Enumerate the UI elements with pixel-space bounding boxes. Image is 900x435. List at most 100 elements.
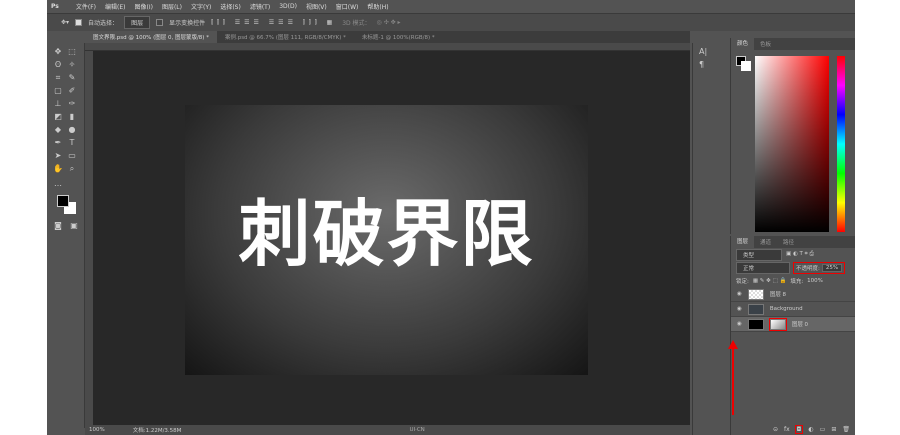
menu-edit[interactable]: 编辑(E)	[105, 2, 125, 11]
stamp-icon[interactable]: ⊥	[53, 99, 63, 109]
marquee-icon[interactable]: ⬚	[67, 47, 77, 57]
dodge-icon[interactable]: ●	[67, 125, 77, 135]
menu-layer[interactable]: 图层(L)	[162, 2, 182, 11]
zoom-level[interactable]: 100%	[89, 427, 105, 433]
brush-icon[interactable]: ✐	[67, 86, 77, 96]
layer-row-selected[interactable]: ◉ 图层 0	[731, 317, 855, 332]
tab-document-2[interactable]: 案例.psd @ 66.7% (图层 111, RGB/8/CMYK) *	[217, 31, 354, 43]
foreground-color-swatch[interactable]	[57, 195, 69, 207]
tab-channels[interactable]: 通道	[754, 238, 777, 246]
color-field[interactable]	[755, 56, 829, 232]
layer-name: 图层 0	[791, 322, 809, 328]
tab-document-1[interactable]: 图文界限.psd @ 100% (图层 0, 图层蒙版/8) *	[85, 31, 217, 43]
toolbar: ✥ ⬚ ʘ ✧ ⌗ ✎ ▢ ✐ ⊥ ✑ ◩ ▮ ◆ ● ✒ T ➤ ▭ ✋ ⌕ …	[47, 43, 85, 428]
layer-name: Background	[769, 306, 803, 312]
healing-icon[interactable]: ▢	[53, 86, 63, 96]
lock-icons[interactable]: ▦ ✎ ✥ ⬚ 🔒	[753, 278, 786, 284]
shape-icon[interactable]: ▭	[67, 151, 77, 161]
auto-select-label: 自动选择：	[88, 20, 119, 27]
auto-select-checkbox[interactable]	[75, 19, 83, 26]
annotation-arrow	[732, 347, 734, 415]
layer-name: 图层 8	[769, 292, 787, 298]
layer-row[interactable]: ◉ 图层 8	[731, 287, 855, 302]
layers-panel: 图层 通道 路径 类型 ▣ ◐ T ⌗ ⎙ 正常 不透明度: 25% 锁定: ▦ ✎ ✥ …	[730, 236, 855, 435]
menu-image[interactable]: 图像(I)	[135, 2, 153, 11]
character-panel-icon[interactable]: A|	[693, 43, 730, 60]
quick-mask-icon[interactable]: ◙	[53, 221, 63, 231]
history-brush-icon[interactable]: ✑	[67, 99, 77, 109]
filter-icons[interactable]: ▣ ◐ T ⌗ ⎙	[786, 251, 814, 258]
eraser-icon[interactable]: ◩	[53, 112, 63, 122]
zoom-icon[interactable]: ⌕	[67, 164, 77, 174]
paragraph-panel-icon[interactable]: ¶	[693, 60, 730, 69]
options-bar: ✥▾ 自动选择： 图层 显示变换控件 ⫿⫿⫿ ☰☰☰ ☰☰☰ ⫿⫿⫿ ▦ 3D …	[47, 13, 855, 31]
move-tool-icon[interactable]: ✥▾	[61, 19, 69, 26]
layer-thumbnail	[747, 318, 764, 330]
menu-filter[interactable]: 滤镜(T)	[250, 2, 270, 11]
auto-select-dropdown[interactable]: 图层	[124, 16, 151, 29]
tab-paths[interactable]: 路径	[777, 238, 800, 246]
3d-mode-label: 3D 模式：	[342, 20, 371, 27]
add-mask-icon[interactable]: ◘	[794, 424, 804, 434]
menu-3d[interactable]: 3D(D)	[279, 3, 297, 10]
tab-document-3[interactable]: 未标题-1 @ 100%(RGB/8) *	[354, 31, 443, 43]
path-select-icon[interactable]: ➤	[53, 151, 63, 161]
panel-background-swatch[interactable]	[741, 61, 751, 71]
more-tools-icon[interactable]: …	[53, 179, 63, 189]
tab-layers[interactable]: 图层	[731, 236, 755, 248]
crop-icon[interactable]: ⌗	[53, 73, 63, 83]
menu-bar: Ps 文件(F) 编辑(E) 图像(I) 图层(L) 文字(Y) 选择(S) 滤…	[47, 0, 855, 13]
menu-file[interactable]: 文件(F)	[76, 2, 96, 11]
group-icon[interactable]: ▭	[820, 426, 826, 433]
layer-filter-dropdown[interactable]: 类型	[736, 248, 782, 261]
lasso-icon[interactable]: ʘ	[53, 60, 63, 70]
fill-label: 填充:	[790, 278, 804, 285]
document-size: 文档:1.22M/3.58M	[132, 428, 182, 434]
blur-icon[interactable]: ◆	[53, 125, 63, 135]
pen-icon[interactable]: ✒	[53, 138, 63, 148]
magic-wand-icon[interactable]: ✧	[67, 60, 77, 70]
menu-select[interactable]: 选择(S)	[220, 2, 241, 11]
hand-icon[interactable]: ✋	[53, 164, 63, 174]
fill-input[interactable]: 100%	[807, 278, 823, 284]
vertical-ruler	[85, 51, 93, 425]
3d-icons[interactable]: ◎ ✣ ✥ ▸	[377, 19, 401, 26]
move-icon[interactable]: ✥	[53, 47, 63, 57]
opacity-label: 不透明度:	[796, 265, 820, 272]
opacity-input[interactable]: 25%	[821, 263, 843, 272]
layers-footer: ⊝ fx ◘ ◐ ▭ ⊞ 🗑	[731, 423, 856, 435]
menu-help[interactable]: 帮助(H)	[367, 2, 388, 11]
layer-thumbnail	[747, 303, 764, 315]
eye-icon[interactable]: ◉	[737, 291, 742, 297]
document-image[interactable]: 刺破界限	[185, 105, 588, 375]
new-layer-icon[interactable]: ⊞	[831, 426, 836, 433]
canvas-area[interactable]: 刺破界限	[93, 51, 690, 425]
tab-color[interactable]: 颜色	[731, 38, 755, 50]
eye-icon[interactable]: ◉	[737, 321, 742, 327]
fx-icon[interactable]: fx	[784, 426, 790, 433]
layer-row[interactable]: ◉ Background	[731, 302, 855, 317]
link-icon[interactable]: ⊝	[773, 426, 778, 433]
panel-icon-column: A| ¶	[692, 43, 730, 435]
menu-view[interactable]: 视图(V)	[306, 2, 327, 11]
menu-type[interactable]: 文字(Y)	[191, 2, 211, 11]
type-icon[interactable]: T	[67, 138, 77, 148]
document-tabs: 图文界限.psd @ 100% (图层 0, 图层蒙版/8) * 案例.psd …	[85, 31, 690, 43]
show-transform-label: 显示变换控件	[169, 20, 206, 27]
eye-icon[interactable]: ◉	[737, 306, 742, 312]
ps-logo: Ps	[51, 3, 59, 10]
delete-icon[interactable]: 🗑	[842, 426, 850, 433]
show-transform-checkbox[interactable]	[156, 19, 164, 26]
screen-mode-icon[interactable]: ▣	[69, 221, 79, 231]
adjustment-icon[interactable]: ◐	[808, 426, 813, 433]
eyedropper-icon[interactable]: ✎	[67, 73, 77, 83]
tab-swatches[interactable]: 色板	[754, 40, 777, 48]
align-icons[interactable]: ⫿⫿⫿ ☰☰☰ ☰☰☰ ⫿⫿⫿ ▦	[211, 19, 336, 27]
menu-window[interactable]: 窗口(W)	[336, 2, 359, 11]
layer-mask-thumbnail[interactable]	[768, 317, 787, 331]
blend-mode-dropdown[interactable]: 正常	[736, 261, 790, 274]
color-panel: 颜色 色板	[730, 38, 855, 234]
gradient-icon[interactable]: ▮	[67, 112, 77, 122]
hue-slider[interactable]	[837, 56, 845, 232]
layer-thumbnail	[747, 288, 764, 300]
